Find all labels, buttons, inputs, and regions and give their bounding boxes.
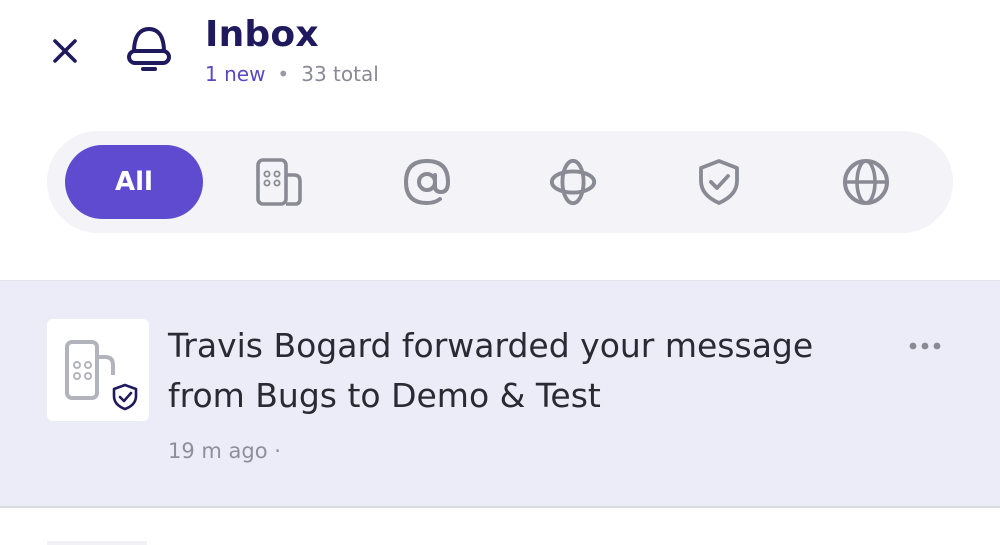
- notification-avatar: [47, 319, 149, 421]
- orbit-icon: [549, 158, 597, 206]
- notification-more-button[interactable]: [902, 333, 948, 359]
- notification-time: 19 m ago ·: [168, 439, 281, 463]
- globe-icon: [843, 159, 889, 205]
- filter-orbit-button[interactable]: [548, 157, 598, 207]
- next-item-hint: [47, 541, 147, 545]
- filter-global-button[interactable]: [841, 157, 891, 207]
- filter-bar: All: [47, 131, 953, 233]
- count-separator: •: [277, 62, 290, 86]
- notification-badge: [103, 375, 147, 419]
- filter-mentions-button[interactable]: [402, 157, 452, 207]
- inbox-counts: 1 new • 33 total: [205, 62, 379, 86]
- filter-apps-button[interactable]: [254, 157, 304, 207]
- shield-check-icon: [112, 383, 138, 411]
- close-icon: [53, 39, 77, 63]
- shield-check-icon: [699, 159, 739, 205]
- notification-message: Travis Bogard forwarded your message fro…: [168, 326, 814, 415]
- new-count: 1 new: [205, 62, 266, 86]
- total-count: 33 total: [301, 62, 379, 86]
- at-icon: [403, 158, 451, 206]
- inbox-page: Inbox 1 new • 33 total All Travis Bogard…: [0, 0, 1000, 545]
- apps-icon: [256, 158, 302, 206]
- bell-icon: [127, 26, 171, 71]
- more-horizontal-icon: [909, 342, 941, 350]
- filter-security-button[interactable]: [694, 157, 744, 207]
- filter-all-button[interactable]: All: [65, 145, 203, 219]
- list-divider: [0, 506, 1000, 508]
- close-button[interactable]: [44, 30, 86, 72]
- page-title: Inbox: [205, 14, 319, 55]
- notification-item[interactable]: Travis Bogard forwarded your message fro…: [0, 281, 1000, 506]
